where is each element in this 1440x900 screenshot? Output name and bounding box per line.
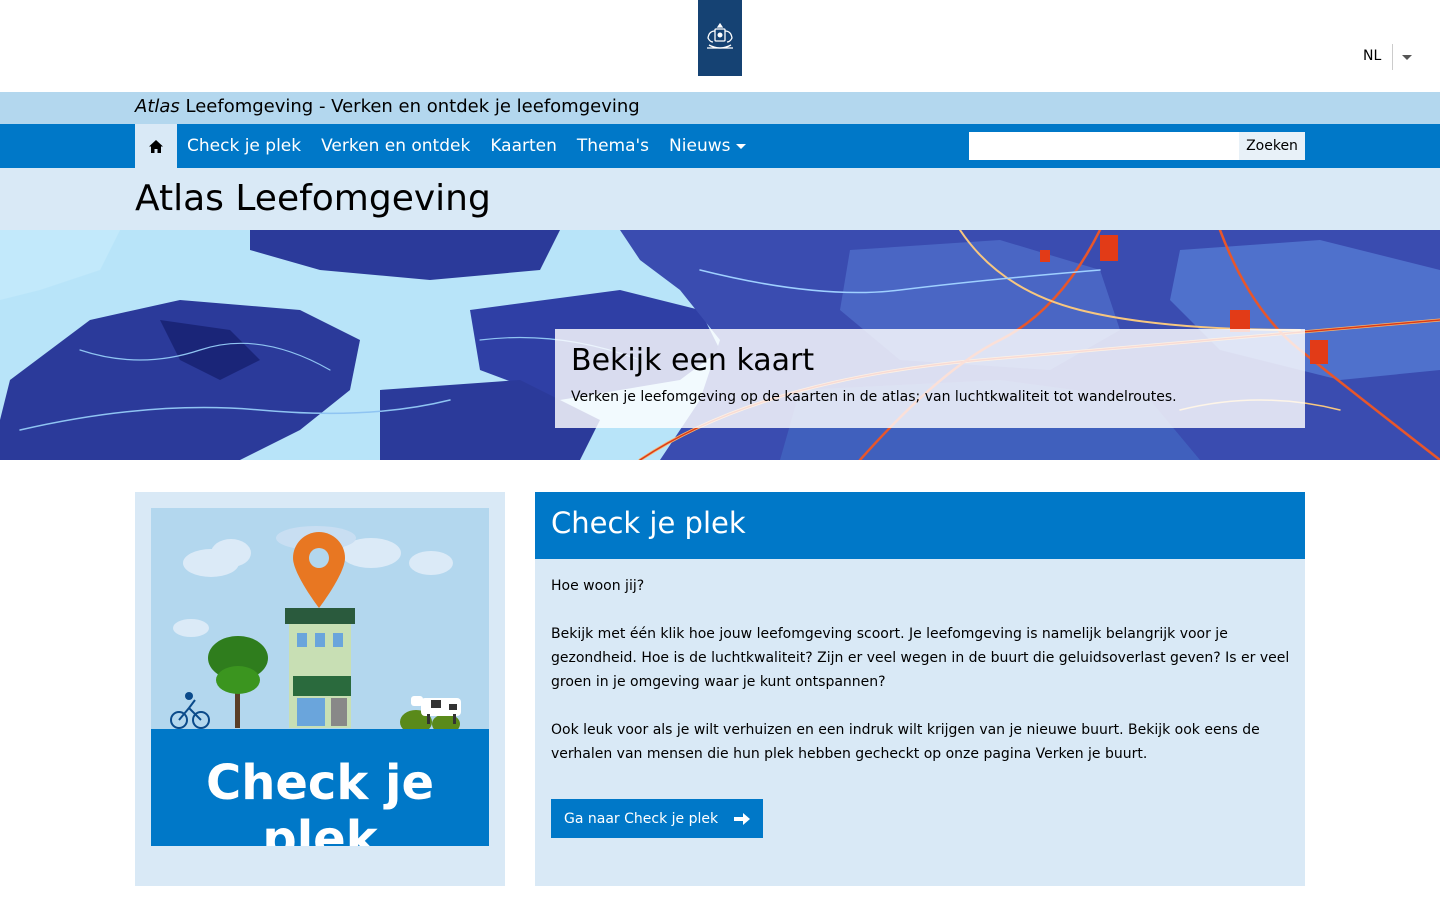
site-title-bar: Atlas Leefomgeving - Verken en ontdek je…: [0, 92, 1440, 124]
card-paragraph: Bekijk met één klik hoe jouw leefomgevin…: [551, 626, 1290, 690]
check-je-plek-illustration[interactable]: Check je plek: [151, 508, 489, 846]
hero-title: Bekijk een kaart: [571, 343, 815, 378]
nav-item-verken-en-ontdek[interactable]: Verken en ontdek: [311, 136, 480, 156]
card-header: Check je plek: [535, 492, 1305, 559]
button-label: Ga naar Check je plek: [564, 810, 719, 827]
card-paragraph: Hoe woon jij?: [551, 578, 645, 594]
page-title-band: Atlas Leefomgeving: [0, 168, 1440, 230]
search-input[interactable]: [969, 132, 1239, 160]
site-name[interactable]: Atlas Leefomgeving - Verken en ontdek je…: [135, 96, 640, 117]
nav-item-check-je-plek[interactable]: Check je plek: [177, 136, 311, 156]
card-title: Check je plek: [551, 506, 746, 540]
card-paragraph: Ook leuk voor als je wilt verhuizen en e…: [551, 722, 1260, 762]
coat-of-arms-icon: [707, 22, 733, 49]
main-content: Check je plek Check je plek Hoe woon jij…: [0, 460, 1440, 900]
check-je-plek-image-card[interactable]: Check je plek: [135, 492, 505, 886]
nav-item-nieuws[interactable]: Nieuws: [659, 136, 756, 156]
main-navigation: Check je plek Verken en ontdek Kaarten T…: [0, 124, 1440, 168]
home-icon: [149, 139, 163, 153]
site-name-rest: Leefomgeving - Verken en ontdek je leefo…: [179, 96, 640, 117]
illustration-banner: Check je plek: [151, 729, 489, 846]
chevron-down-icon: [736, 143, 747, 149]
hero-text: Verken je leefomgeving op de kaarten in …: [571, 389, 1177, 405]
nav-item-nieuws-label: Nieuws: [669, 136, 731, 156]
hero-caption-panel[interactable]: Bekijk een kaart Verken je leefomgeving …: [555, 329, 1305, 428]
site-name-italic: Atlas: [135, 96, 180, 117]
go-to-check-je-plek-button[interactable]: Ga naar Check je plek: [551, 799, 764, 838]
arrow-right-icon: [734, 812, 751, 826]
hero-map-banner[interactable]: Bekijk een kaart Verken je leefomgeving …: [0, 230, 1440, 460]
page-title: Atlas Leefomgeving: [135, 178, 491, 219]
card-body: Hoe woon jij? Bekijk met één klik hoe jo…: [551, 574, 1291, 790]
nav-home-button[interactable]: [135, 124, 177, 168]
illustration-banner-text: Check je plek: [205, 755, 435, 846]
nav-item-themas[interactable]: Thema's: [567, 136, 659, 156]
check-je-plek-card: Check je plek Hoe woon jij? Bekijk met é…: [535, 492, 1305, 886]
search-button[interactable]: Zoeken: [1239, 132, 1305, 160]
neighbourhood-illustration: [170, 526, 461, 729]
rijksoverheid-logo[interactable]: [698, 0, 742, 76]
chevron-down-icon[interactable]: [1402, 55, 1412, 60]
nav-item-kaarten[interactable]: Kaarten: [480, 136, 567, 156]
language-divider: [1392, 44, 1393, 70]
top-header: NL: [0, 0, 1440, 92]
language-selector[interactable]: NL: [1363, 48, 1381, 64]
